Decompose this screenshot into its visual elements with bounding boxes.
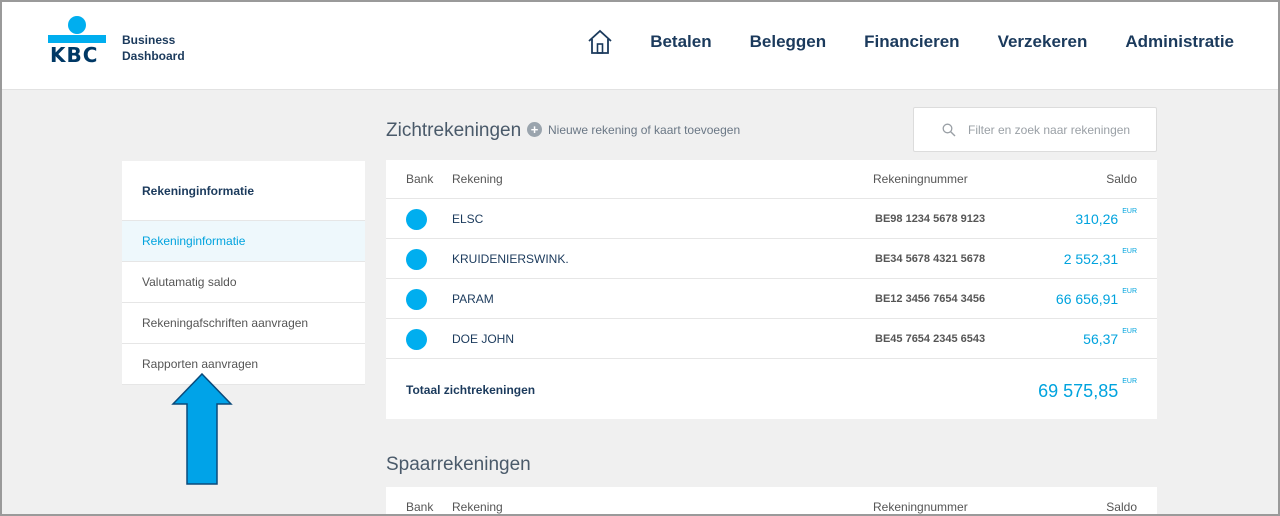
currency-label: EUR <box>1122 248 1137 255</box>
account-balance: 56,37 EUR <box>1083 328 1137 347</box>
table-header: Bank Rekening Rekeningnummer Saldo <box>386 487 1157 514</box>
sidebar-item-valutamatig-saldo[interactable]: Valutamatig saldo <box>122 262 365 303</box>
brand-title: Business Dashboard <box>122 32 185 64</box>
kbc-logo[interactable]: KBC <box>48 16 110 67</box>
table-row[interactable]: PARAM BE12 3456 7654 3456 66 656,91 EUR <box>386 279 1157 319</box>
account-number: BE45 7654 2345 6543 <box>875 333 986 345</box>
currency-label: EUR <box>1122 208 1137 215</box>
nav-verzekeren[interactable]: Verzekeren <box>998 32 1088 52</box>
plus-circle-icon: + <box>527 122 542 137</box>
col-account: Rekening <box>452 500 503 514</box>
nav-betalen[interactable]: Betalen <box>650 32 711 52</box>
account-name: DOE JOHN <box>452 332 515 346</box>
savings-accounts-title: Spaarrekeningen <box>386 454 531 475</box>
table-row[interactable]: ELSC BE98 1234 5678 9123 310,26 EUR <box>386 199 1157 239</box>
add-account-link[interactable]: + Nieuwe rekening of kaart toevoegen <box>527 122 740 137</box>
sidebar-item-rapporten[interactable]: Rapporten aanvragen <box>122 344 365 385</box>
logo-ball <box>68 16 86 34</box>
col-account: Rekening <box>452 172 503 186</box>
account-balance: 66 656,91 EUR <box>1055 288 1137 307</box>
sidebar-item-rekeninginformatie[interactable]: Rekeninginformatie <box>122 221 365 262</box>
col-bank: Bank <box>406 500 434 514</box>
sidebar-header: Rekeninginformatie <box>122 161 365 221</box>
savings-accounts-table: Bank Rekening Rekeningnummer Saldo <box>386 487 1157 514</box>
currency-label: EUR <box>1122 328 1137 335</box>
kbc-bank-icon <box>406 209 427 230</box>
balance-amount: 2 552,31 <box>1063 251 1119 267</box>
home-icon[interactable] <box>586 28 614 56</box>
main-nav: Betalen Beleggen Financieren Verzekeren … <box>586 28 1234 56</box>
nav-administratie[interactable]: Administratie <box>1125 32 1234 52</box>
add-account-label: Nieuwe rekening of kaart toevoegen <box>548 122 741 137</box>
account-number: BE12 3456 7654 3456 <box>875 293 986 305</box>
current-accounts-table: Bank Rekening Rekeningnummer Saldo ELSC … <box>386 160 1157 419</box>
brand-line-1: Business <box>122 33 176 47</box>
col-balance: Saldo <box>1106 500 1137 514</box>
up-arrow-icon <box>171 372 233 485</box>
kbc-bank-icon <box>406 329 427 350</box>
balance-amount: 56,37 <box>1083 331 1119 347</box>
sidebar-item-rekeningafschriften[interactable]: Rekeningafschriften aanvragen <box>122 303 365 344</box>
account-number: BE34 5678 4321 5678 <box>875 253 986 265</box>
col-balance: Saldo <box>1106 172 1137 186</box>
top-bar: KBC Business Dashboard Betalen Beleggen … <box>2 2 1278 90</box>
search-input[interactable] <box>968 122 1138 137</box>
table-row[interactable]: DOE JOHN BE45 7654 2345 6543 56,37 EUR <box>386 319 1157 359</box>
total-value: 69 575,85 EUR <box>1038 378 1137 402</box>
total-row: Totaal zichtrekeningen 69 575,85 EUR <box>386 359 1157 419</box>
logo-bar <box>48 35 106 43</box>
account-name: ELSC <box>452 212 484 226</box>
col-number: Rekeningnummer <box>873 500 968 514</box>
balance-amount: 66 656,91 <box>1055 291 1119 307</box>
table-header: Bank Rekening Rekeningnummer Saldo <box>386 160 1157 199</box>
total-label: Totaal zichtrekeningen <box>406 383 536 397</box>
account-name: KRUIDENIERSWINK. <box>452 252 569 266</box>
account-balance: 2 552,31 EUR <box>1063 248 1137 267</box>
col-bank: Bank <box>406 172 434 186</box>
current-accounts-title: Zichtrekeningen <box>386 120 522 141</box>
account-balance: 310,26 EUR <box>1075 208 1137 227</box>
total-amount: 69 575,85 <box>1038 381 1119 401</box>
account-search[interactable] <box>913 107 1157 152</box>
table-row[interactable]: KRUIDENIERSWINK. BE34 5678 4321 5678 2 5… <box>386 239 1157 279</box>
col-number: Rekeningnummer <box>873 172 968 186</box>
kbc-bank-icon <box>406 289 427 310</box>
nav-beleggen[interactable]: Beleggen <box>750 32 827 52</box>
currency-label: EUR <box>1122 288 1137 295</box>
account-name: PARAM <box>452 292 494 306</box>
balance-amount: 310,26 <box>1075 211 1119 227</box>
search-icon <box>942 123 956 136</box>
logo-text: KBC <box>50 43 99 67</box>
nav-financieren[interactable]: Financieren <box>864 32 959 52</box>
currency-label: EUR <box>1122 378 1137 385</box>
brand-line-2: Dashboard <box>122 49 185 63</box>
sidebar: Rekeninginformatie Rekeninginformatie Va… <box>122 161 365 385</box>
kbc-bank-icon <box>406 249 427 270</box>
account-number: BE98 1234 5678 9123 <box>875 213 986 225</box>
